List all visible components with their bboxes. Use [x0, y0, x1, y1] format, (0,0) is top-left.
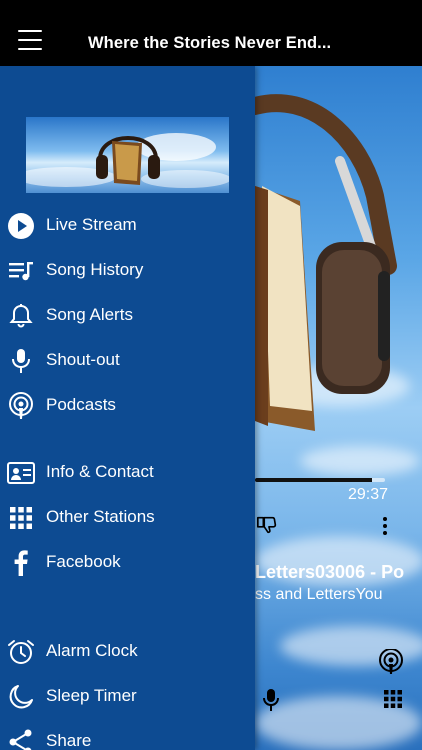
menu-item-label: Share: [46, 731, 92, 750]
moon-icon: [9, 685, 33, 709]
track-artist: ss and LettersYou: [255, 586, 383, 603]
menu-item-share[interactable]: Share: [0, 721, 255, 750]
menu-item-label: Song Alerts: [46, 305, 133, 324]
menu-item-label: Alarm Clock: [46, 641, 138, 660]
menu-item-label: Info & Contact: [46, 462, 154, 481]
playback-progress-bar[interactable]: [255, 478, 385, 482]
song-history-icon: [9, 262, 33, 281]
menu-item-song-history[interactable]: Song History: [0, 250, 255, 290]
alarm-clock-icon: [8, 640, 34, 664]
menu-item-podcasts[interactable]: Podcasts: [0, 385, 255, 425]
more-options-icon[interactable]: [378, 516, 392, 536]
grid-icon[interactable]: [384, 690, 402, 708]
thumb-down-icon[interactable]: [256, 514, 278, 536]
headphones-book-logo: [26, 133, 229, 188]
podcast-icon[interactable]: [378, 649, 404, 675]
menu-item-shout-out[interactable]: Shout-out: [0, 340, 255, 380]
menu-item-other-stations[interactable]: Other Stations: [0, 497, 255, 537]
grid-icon: [10, 507, 32, 529]
menu-item-sleep-timer[interactable]: Sleep Timer: [0, 676, 255, 716]
station-logo: [26, 117, 229, 193]
play-circle-icon: [8, 213, 34, 239]
menu-item-alarm-clock[interactable]: Alarm Clock: [0, 631, 255, 671]
facebook-icon: [14, 550, 28, 576]
menu-item-label: Sleep Timer: [46, 686, 137, 705]
menu-item-label: Facebook: [46, 552, 121, 571]
menu-item-label: Podcasts: [46, 395, 116, 414]
side-drawer: Live Stream Song History Song Alerts Sho…: [0, 66, 255, 750]
menu-item-song-alerts[interactable]: Song Alerts: [0, 295, 255, 335]
podcast-icon: [9, 392, 33, 419]
page-title: Where the Stories Never End...: [88, 34, 332, 52]
microphone-icon: [12, 349, 30, 373]
share-icon: [9, 729, 32, 750]
track-title: Letters03006 - Po: [255, 562, 405, 582]
elapsed-time: 29:37: [348, 486, 389, 503]
menu-item-info-contact[interactable]: Info & Contact: [0, 452, 255, 492]
menu-item-label: Live Stream: [46, 215, 137, 234]
top-bar: Where the Stories Never End...: [0, 0, 422, 66]
menu-item-label: Song History: [46, 260, 144, 279]
bell-icon: [9, 304, 33, 328]
menu-item-label: Other Stations: [46, 507, 155, 526]
menu-item-label: Shout-out: [46, 350, 120, 369]
microphone-icon[interactable]: [262, 688, 280, 712]
menu-item-facebook[interactable]: Facebook: [0, 542, 255, 582]
hamburger-menu-icon[interactable]: [18, 30, 42, 54]
contact-card-icon: [7, 462, 35, 484]
menu-item-live-stream[interactable]: Live Stream: [0, 205, 255, 245]
